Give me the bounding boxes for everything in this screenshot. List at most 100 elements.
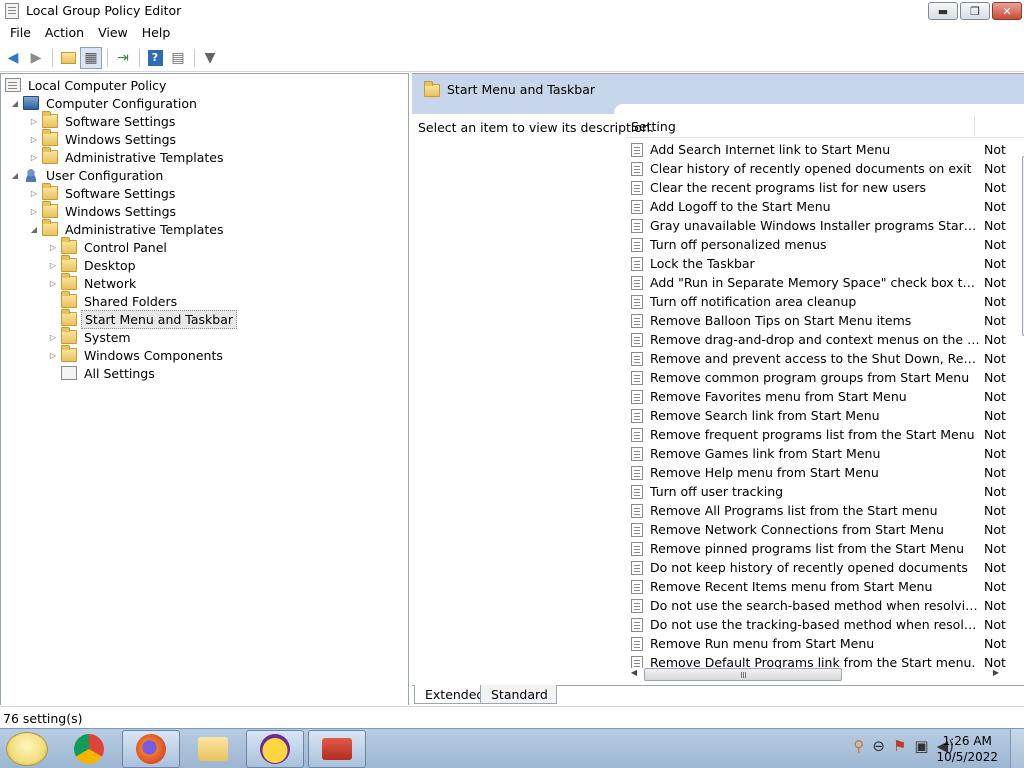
expand-arrow-icon[interactable]: ▷ bbox=[47, 333, 59, 342]
taskbar-explorer[interactable] bbox=[184, 730, 242, 768]
vertical-scrollbar[interactable]: ▲ ▼ bbox=[1020, 140, 1024, 668]
table-row[interactable]: Add Logoff to the Start Menu Not bbox=[626, 197, 1014, 216]
menu-file[interactable]: File bbox=[4, 23, 37, 42]
table-row[interactable]: Remove pinned programs list from the Sta… bbox=[626, 539, 1014, 558]
expand-arrow-icon[interactable]: ▷ bbox=[28, 189, 40, 198]
collapse-arrow-icon[interactable]: ◢ bbox=[28, 225, 40, 234]
expand-arrow-icon[interactable]: ▷ bbox=[28, 117, 40, 126]
table-row[interactable]: Turn off user tracking Not bbox=[626, 482, 1014, 501]
back-icon[interactable]: ◀ bbox=[2, 47, 24, 69]
tree-item-cc-software-settings[interactable]: ▷ Software Settings bbox=[28, 111, 178, 130]
table-row[interactable]: Remove common program groups from Start … bbox=[626, 368, 1014, 387]
expand-arrow-icon[interactable]: ▷ bbox=[28, 207, 40, 216]
network-icon[interactable]: ▣ bbox=[914, 737, 928, 755]
table-row[interactable]: Clear history of recently opened documen… bbox=[626, 159, 1014, 178]
taskbar-gpedit[interactable] bbox=[308, 730, 366, 768]
expand-arrow-icon[interactable]: ▷ bbox=[47, 279, 59, 288]
explorer-icon bbox=[198, 737, 228, 761]
close-button[interactable]: ✕ bbox=[992, 2, 1022, 20]
table-row[interactable]: Remove Games link from Start Menu Not bbox=[626, 444, 1014, 463]
help-icon[interactable]: ? bbox=[144, 47, 166, 69]
flag-icon[interactable]: ⚑ bbox=[893, 737, 906, 755]
table-row[interactable]: Add "Run in Separate Memory Space" check… bbox=[626, 273, 1014, 292]
table-row[interactable]: Add Search Internet link to Start Menu No… bbox=[626, 140, 1014, 159]
expand-arrow-icon[interactable]: ▷ bbox=[28, 153, 40, 162]
collapse-arrow-icon[interactable]: ◢ bbox=[9, 99, 21, 108]
table-row[interactable]: Remove frequent programs list from the S… bbox=[626, 425, 1014, 444]
table-row[interactable]: Remove Help menu from Start Menu Not bbox=[626, 463, 1014, 482]
taskbar-yahoo-messenger[interactable] bbox=[246, 730, 304, 768]
column-separator[interactable] bbox=[974, 116, 975, 136]
table-row[interactable]: Remove drag-and-drop and context menus o… bbox=[626, 330, 1014, 349]
table-row[interactable]: Do not use the tracking-based method whe… bbox=[626, 615, 1014, 634]
tree-item-cc-administrative-templates[interactable]: ▷ Administrative Templates bbox=[28, 147, 227, 166]
tree-item-user-configuration[interactable]: ◢ User Configuration bbox=[9, 166, 166, 184]
table-row[interactable]: Remove Run menu from Start Menu Not bbox=[626, 634, 1014, 653]
tree-item-computer-configuration[interactable]: ◢ Computer Configuration bbox=[9, 94, 200, 112]
horizontal-scrollbar[interactable]: ◀ ▶ bbox=[626, 666, 1024, 683]
table-row[interactable]: Turn off personalized menus Not bbox=[626, 235, 1014, 254]
up-one-level-icon[interactable] bbox=[57, 47, 79, 69]
tree-item-cc-windows-settings[interactable]: ▷ Windows Settings bbox=[28, 129, 179, 148]
table-row[interactable]: Remove All Programs list from the Start … bbox=[626, 501, 1014, 520]
tree-item-windows-components[interactable]: ▷ Windows Components bbox=[47, 345, 226, 364]
table-row[interactable]: Remove Balloon Tips on Start Menu items N… bbox=[626, 311, 1014, 330]
forward-icon[interactable]: ▶ bbox=[25, 47, 47, 69]
filter-icon[interactable]: ▼ bbox=[199, 47, 221, 69]
taskbar-chrome[interactable] bbox=[60, 730, 118, 768]
setting-state: Not bbox=[984, 161, 1006, 176]
tree-item-shared-folders[interactable]: Shared Folders bbox=[59, 291, 180, 310]
tree-item-uc-software-settings[interactable]: ▷ Software Settings bbox=[28, 183, 178, 202]
tab-standard[interactable]: Standard bbox=[480, 685, 557, 704]
expand-arrow-icon[interactable]: ▷ bbox=[47, 351, 59, 360]
table-row[interactable]: Remove Favorites menu from Start Menu Not bbox=[626, 387, 1014, 406]
table-row[interactable]: Remove Search link from Start Menu Not bbox=[626, 406, 1014, 425]
minimize-button[interactable]: ▬ bbox=[928, 2, 958, 20]
tree-item-system[interactable]: ▷ System bbox=[47, 327, 134, 346]
scroll-right-icon[interactable]: ▶ bbox=[990, 668, 1002, 677]
table-row[interactable]: Turn off notification area cleanup Not bbox=[626, 292, 1014, 311]
export-list-icon[interactable]: ⇥ bbox=[112, 47, 134, 69]
properties-icon[interactable]: ▤ bbox=[167, 47, 189, 69]
menu-help[interactable]: Help bbox=[136, 23, 177, 42]
column-header-setting[interactable]: Setting bbox=[631, 119, 676, 134]
maximize-button[interactable]: ❐ bbox=[960, 2, 990, 20]
expand-arrow-icon[interactable]: ▷ bbox=[47, 261, 59, 270]
tree-item-uc-windows-settings[interactable]: ▷ Windows Settings bbox=[28, 201, 179, 220]
show-hide-console-tree-icon[interactable]: ▦ bbox=[80, 46, 102, 69]
start-button[interactable] bbox=[6, 732, 48, 766]
horizontal-scroll-thumb[interactable] bbox=[644, 668, 842, 681]
scroll-up-icon[interactable]: ▲ bbox=[1020, 140, 1024, 154]
tree-item-control-panel[interactable]: ▷ Control Panel bbox=[47, 237, 170, 256]
search-icon[interactable]: ⚲ bbox=[853, 737, 864, 755]
scroll-left-icon[interactable]: ◀ bbox=[628, 668, 640, 677]
setting-name: Clear the recent programs list for new u… bbox=[650, 180, 926, 195]
tree-item-network[interactable]: ▷ Network bbox=[47, 273, 139, 292]
table-row[interactable]: Lock the Taskbar Not bbox=[626, 254, 1014, 273]
expand-arrow-icon[interactable]: ▷ bbox=[28, 135, 40, 144]
setting-state: Not bbox=[984, 237, 1006, 252]
table-row[interactable]: Do not use the search-based method when … bbox=[626, 596, 1014, 615]
setting-state: Not bbox=[984, 370, 1006, 385]
expand-arrow-icon[interactable]: ▷ bbox=[47, 243, 59, 252]
collapse-arrow-icon[interactable]: ◢ bbox=[9, 171, 21, 180]
tree-item-desktop[interactable]: ▷ Desktop bbox=[47, 255, 139, 274]
tree-item-local-computer-policy[interactable]: Local Computer Policy bbox=[3, 76, 169, 94]
table-row[interactable]: Remove Network Connections from Start Me… bbox=[626, 520, 1014, 539]
clock[interactable]: 1:26 AM 10/5/2022 bbox=[936, 733, 998, 765]
taskbar-firefox[interactable] bbox=[122, 730, 180, 768]
show-desktop-button[interactable] bbox=[1010, 729, 1024, 768]
settings-list: Setting Add Search Internet link to Star… bbox=[626, 114, 1024, 686]
table-row[interactable]: Clear the recent programs list for new u… bbox=[626, 178, 1014, 197]
table-row[interactable]: Remove and prevent access to the Shut Do… bbox=[626, 349, 1014, 368]
circle-icon[interactable]: ⊖ bbox=[872, 737, 885, 755]
tree-item-all-settings[interactable]: All Settings bbox=[59, 364, 158, 382]
table-row[interactable]: Gray unavailable Windows Installer progr… bbox=[626, 216, 1014, 235]
table-row[interactable]: Do not keep history of recently opened d… bbox=[626, 558, 1014, 577]
tree-item-uc-administrative-templates[interactable]: ◢ Administrative Templates bbox=[28, 219, 227, 238]
folder-icon bbox=[61, 255, 77, 272]
menu-view[interactable]: View bbox=[92, 23, 134, 42]
table-row[interactable]: Remove Recent Items menu from Start Menu… bbox=[626, 577, 1014, 596]
tree-item-start-menu-and-taskbar[interactable]: Start Menu and Taskbar bbox=[59, 309, 238, 329]
menu-action[interactable]: Action bbox=[39, 23, 90, 42]
